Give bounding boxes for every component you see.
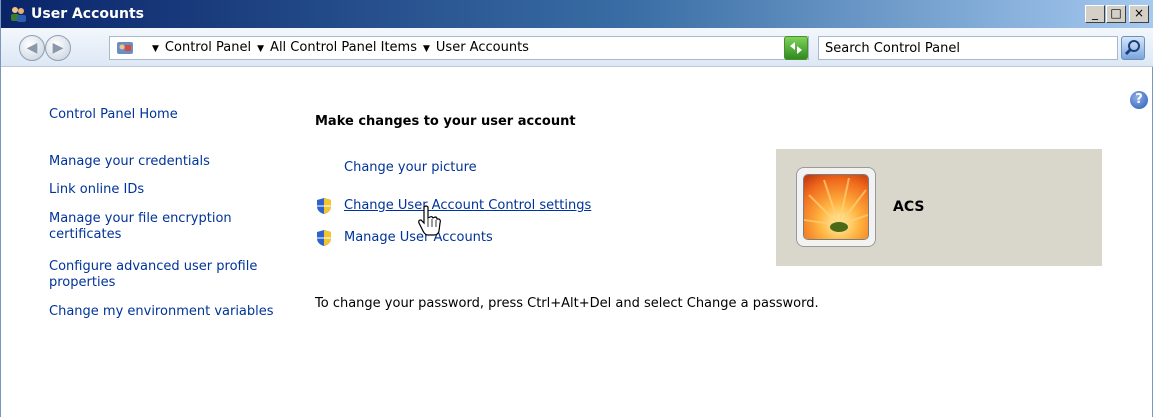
change-uac-settings-link[interactable]: Change User Account Control settings	[344, 198, 591, 214]
breadcrumb-separator-icon[interactable]: ▼	[257, 44, 264, 54]
title-bar[interactable]: User Accounts _ □ ×	[1, 0, 1153, 28]
navigation-bar: ◀ ▶ ▼ Control Panel ▼ All Control Panel Ite…	[1, 28, 1153, 67]
minimize-button[interactable]: _	[1085, 5, 1105, 23]
search-button[interactable]	[1121, 36, 1145, 60]
breadcrumb: ▼ Control Panel ▼ All Control Panel Items ▼ U…	[146, 37, 529, 59]
breadcrumb-control-panel[interactable]: Control Panel	[165, 40, 251, 55]
forward-button[interactable]: ▶	[45, 35, 71, 61]
address-bar[interactable]: ▼ Control Panel ▼ All Control Panel Items ▼ U…	[109, 36, 809, 60]
account-name: ACS	[893, 199, 925, 215]
forward-arrow-icon: ▶	[52, 40, 64, 56]
search-input[interactable]	[819, 37, 1121, 59]
page-heading: Make changes to your user account	[315, 114, 576, 129]
sidebar-item-manage-credentials[interactable]: Manage your credentials	[49, 154, 279, 170]
help-icon[interactable]: ?	[1130, 91, 1148, 109]
refresh-icon	[790, 42, 802, 54]
user-accounts-window: User Accounts _ □ × ◀ ▶ ▼ Control Panel ▼ A…	[0, 0, 1153, 417]
window-title: User Accounts	[31, 6, 144, 22]
uac-shield-icon	[317, 198, 331, 214]
sidebar-item-control-panel-home[interactable]: Control Panel Home	[49, 107, 279, 123]
change-picture-link[interactable]: Change your picture	[344, 160, 477, 176]
sidebar-item-link-online-ids[interactable]: Link online IDs	[49, 182, 279, 198]
breadcrumb-separator-icon[interactable]: ▼	[423, 44, 430, 54]
account-picture[interactable]	[796, 167, 876, 247]
breadcrumb-user-accounts[interactable]: User Accounts	[436, 40, 529, 55]
back-arrow-icon: ◀	[26, 40, 38, 56]
control-panel-icon	[117, 42, 133, 54]
back-button[interactable]: ◀	[19, 35, 45, 61]
refresh-button[interactable]	[784, 36, 808, 60]
user-accounts-icon	[11, 7, 26, 22]
uac-shield-icon	[317, 230, 331, 246]
sidebar-item-advanced-profile[interactable]: Configure advanced user profile properti…	[49, 259, 269, 291]
sidebar-item-environment-variables[interactable]: Change my environment variables	[49, 304, 279, 320]
search-icon	[1124, 40, 1140, 56]
password-instructions: To change your password, press Ctrl+Alt+…	[315, 296, 819, 311]
breadcrumb-separator-icon[interactable]: ▼	[152, 44, 159, 54]
flower-picture-icon	[803, 174, 869, 240]
breadcrumb-all-items[interactable]: All Control Panel Items	[270, 40, 417, 55]
sidebar-item-file-encryption[interactable]: Manage your file encryption certificates	[49, 211, 259, 243]
account-panel: ACS	[776, 149, 1102, 266]
search-box[interactable]	[818, 36, 1121, 60]
hand-pointer-cursor-icon	[418, 205, 441, 236]
maximize-button[interactable]: □	[1106, 5, 1126, 23]
close-button[interactable]: ×	[1129, 5, 1149, 23]
